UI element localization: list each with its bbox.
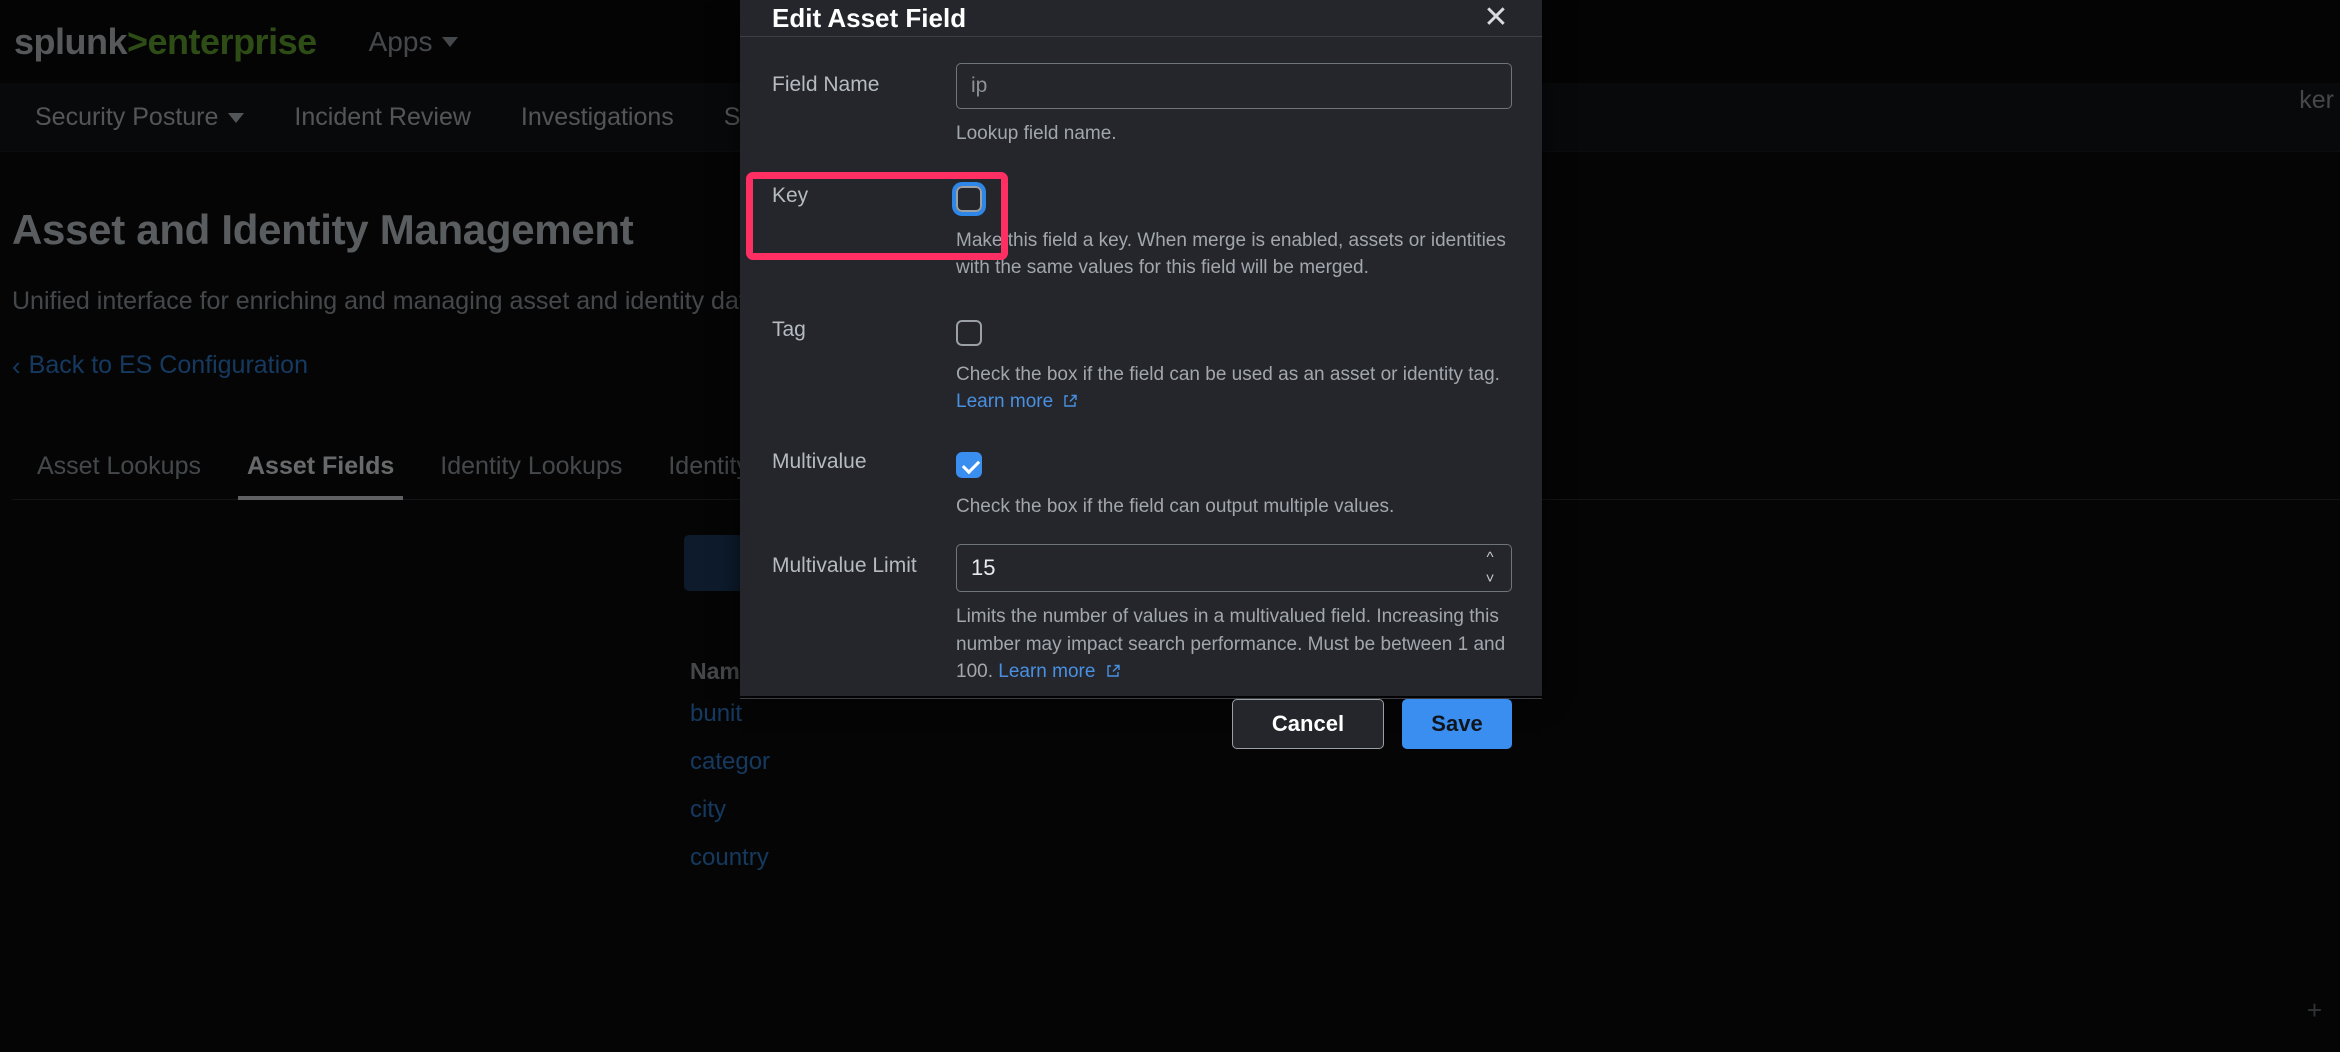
back-link-label: Back to ES Configuration <box>28 351 308 379</box>
field-row-multivalue: Multivalue Check the box if the field ca… <box>772 440 1512 521</box>
chevron-down-icon <box>442 36 459 47</box>
multivalue-limit-helper-wrapper: Limits the number of values in a multiva… <box>956 603 1512 686</box>
tag-learn-more-link[interactable]: Learn more <box>956 391 1078 412</box>
nav-item-incident-review[interactable]: Incident Review <box>269 84 495 151</box>
row-action-plus-icon[interactable]: + <box>2307 995 2322 1026</box>
tab-asset-fields[interactable]: Asset Fields <box>224 452 417 500</box>
table-row[interactable]: categor <box>690 748 770 776</box>
field-row-key: Key Make this field a key. When merge is… <box>772 174 1512 282</box>
dialog-header: Edit Asset Field ✕ <box>740 0 1542 37</box>
nav-label: Investigations <box>520 103 674 131</box>
nav-item-security-posture[interactable]: Security Posture <box>10 84 269 151</box>
chevron-down-icon[interactable]: ˅ <box>1486 571 1495 586</box>
back-to-es-configuration-link[interactable]: ‹ Back to ES Configuration <box>12 351 308 380</box>
field-row-tag: Tag Check the box if the field can be us… <box>772 308 1512 416</box>
tag-learn-more-label: Learn more <box>956 391 1054 413</box>
field-row-field-name: Field Name ip Lookup field name. <box>772 63 1512 148</box>
multivalue-limit-learn-more-link[interactable]: Learn more <box>998 661 1120 682</box>
multivalue-checkbox-wrapper <box>956 440 1512 482</box>
dialog-title: Edit Asset Field <box>772 2 967 33</box>
logo-secondary-text: >enterprise <box>127 20 317 62</box>
tag-helper: Check the box if the field can be used a… <box>956 363 1500 385</box>
key-checkbox[interactable] <box>956 185 982 212</box>
multivalue-limit-stepper[interactable]: ^ ˅ <box>1480 550 1500 586</box>
tab-identity-lookups[interactable]: Identity Lookups <box>417 452 645 499</box>
screen: splunk >enterprise Apps Security Posture… <box>0 0 2340 1052</box>
splunk-logo[interactable]: splunk >enterprise <box>14 21 317 63</box>
nav-label: Security Posture <box>35 103 219 131</box>
multivalue-limit-wrapper: 15 ^ ˅ <box>956 544 1512 593</box>
tab-asset-lookups[interactable]: Asset Lookups <box>14 452 224 499</box>
field-name-input[interactable]: ip <box>956 63 1512 109</box>
dialog-body: Field Name ip Lookup field name. Key Mak… <box>740 37 1542 698</box>
nav-label: Incident Review <box>294 103 471 131</box>
table-row[interactable]: country <box>690 844 770 872</box>
tag-checkbox-wrapper <box>956 308 1512 350</box>
apps-menu-label: Apps <box>368 25 433 57</box>
multivalue-limit-learn-more-label: Learn more <box>998 661 1096 683</box>
external-link-icon <box>1064 394 1078 407</box>
close-icon[interactable]: ✕ <box>1478 0 1514 36</box>
nav-right-partial[interactable]: ker <box>2299 86 2334 115</box>
multivalue-checkbox[interactable] <box>956 451 982 478</box>
multivalue-helper: Check the box if the field can output mu… <box>956 495 1395 517</box>
external-link-icon <box>1107 665 1120 678</box>
apps-menu[interactable]: Apps <box>369 26 459 58</box>
chevron-left-icon: ‹ <box>12 350 21 381</box>
field-row-multivalue-limit: Multivalue Limit 15 ^ ˅ Limits the numbe… <box>772 544 1512 686</box>
key-checkbox-wrapper <box>956 174 1512 216</box>
edit-asset-field-dialog: Edit Asset Field ✕ Field Name ip Lookup … <box>740 0 1542 749</box>
tag-helper-wrapper: Check the box if the field can be used a… <box>956 361 1512 416</box>
multivalue-limit-input[interactable]: 15 <box>956 544 1512 593</box>
field-name-label: Field Name <box>772 73 880 96</box>
field-name-helper: Lookup field name. <box>956 123 1117 144</box>
key-helper: Make this field a key. When merge is ena… <box>956 229 1506 279</box>
cancel-button[interactable]: Cancel <box>1232 698 1384 749</box>
chevron-down-icon <box>228 112 245 123</box>
chevron-up-icon[interactable]: ^ <box>1486 550 1493 565</box>
table-row[interactable]: city <box>690 796 770 824</box>
nav-item-investigations[interactable]: Investigations <box>496 84 699 151</box>
key-label: Key <box>772 183 809 207</box>
dialog-footer: Cancel Save <box>740 697 1542 749</box>
save-button[interactable]: Save <box>1402 698 1512 749</box>
tag-checkbox[interactable] <box>956 319 982 346</box>
multivalue-limit-label: Multivalue Limit <box>772 554 917 578</box>
multivalue-label: Multivalue <box>772 449 867 473</box>
logo-primary-text: splunk <box>14 20 128 62</box>
tag-label: Tag <box>772 317 806 341</box>
